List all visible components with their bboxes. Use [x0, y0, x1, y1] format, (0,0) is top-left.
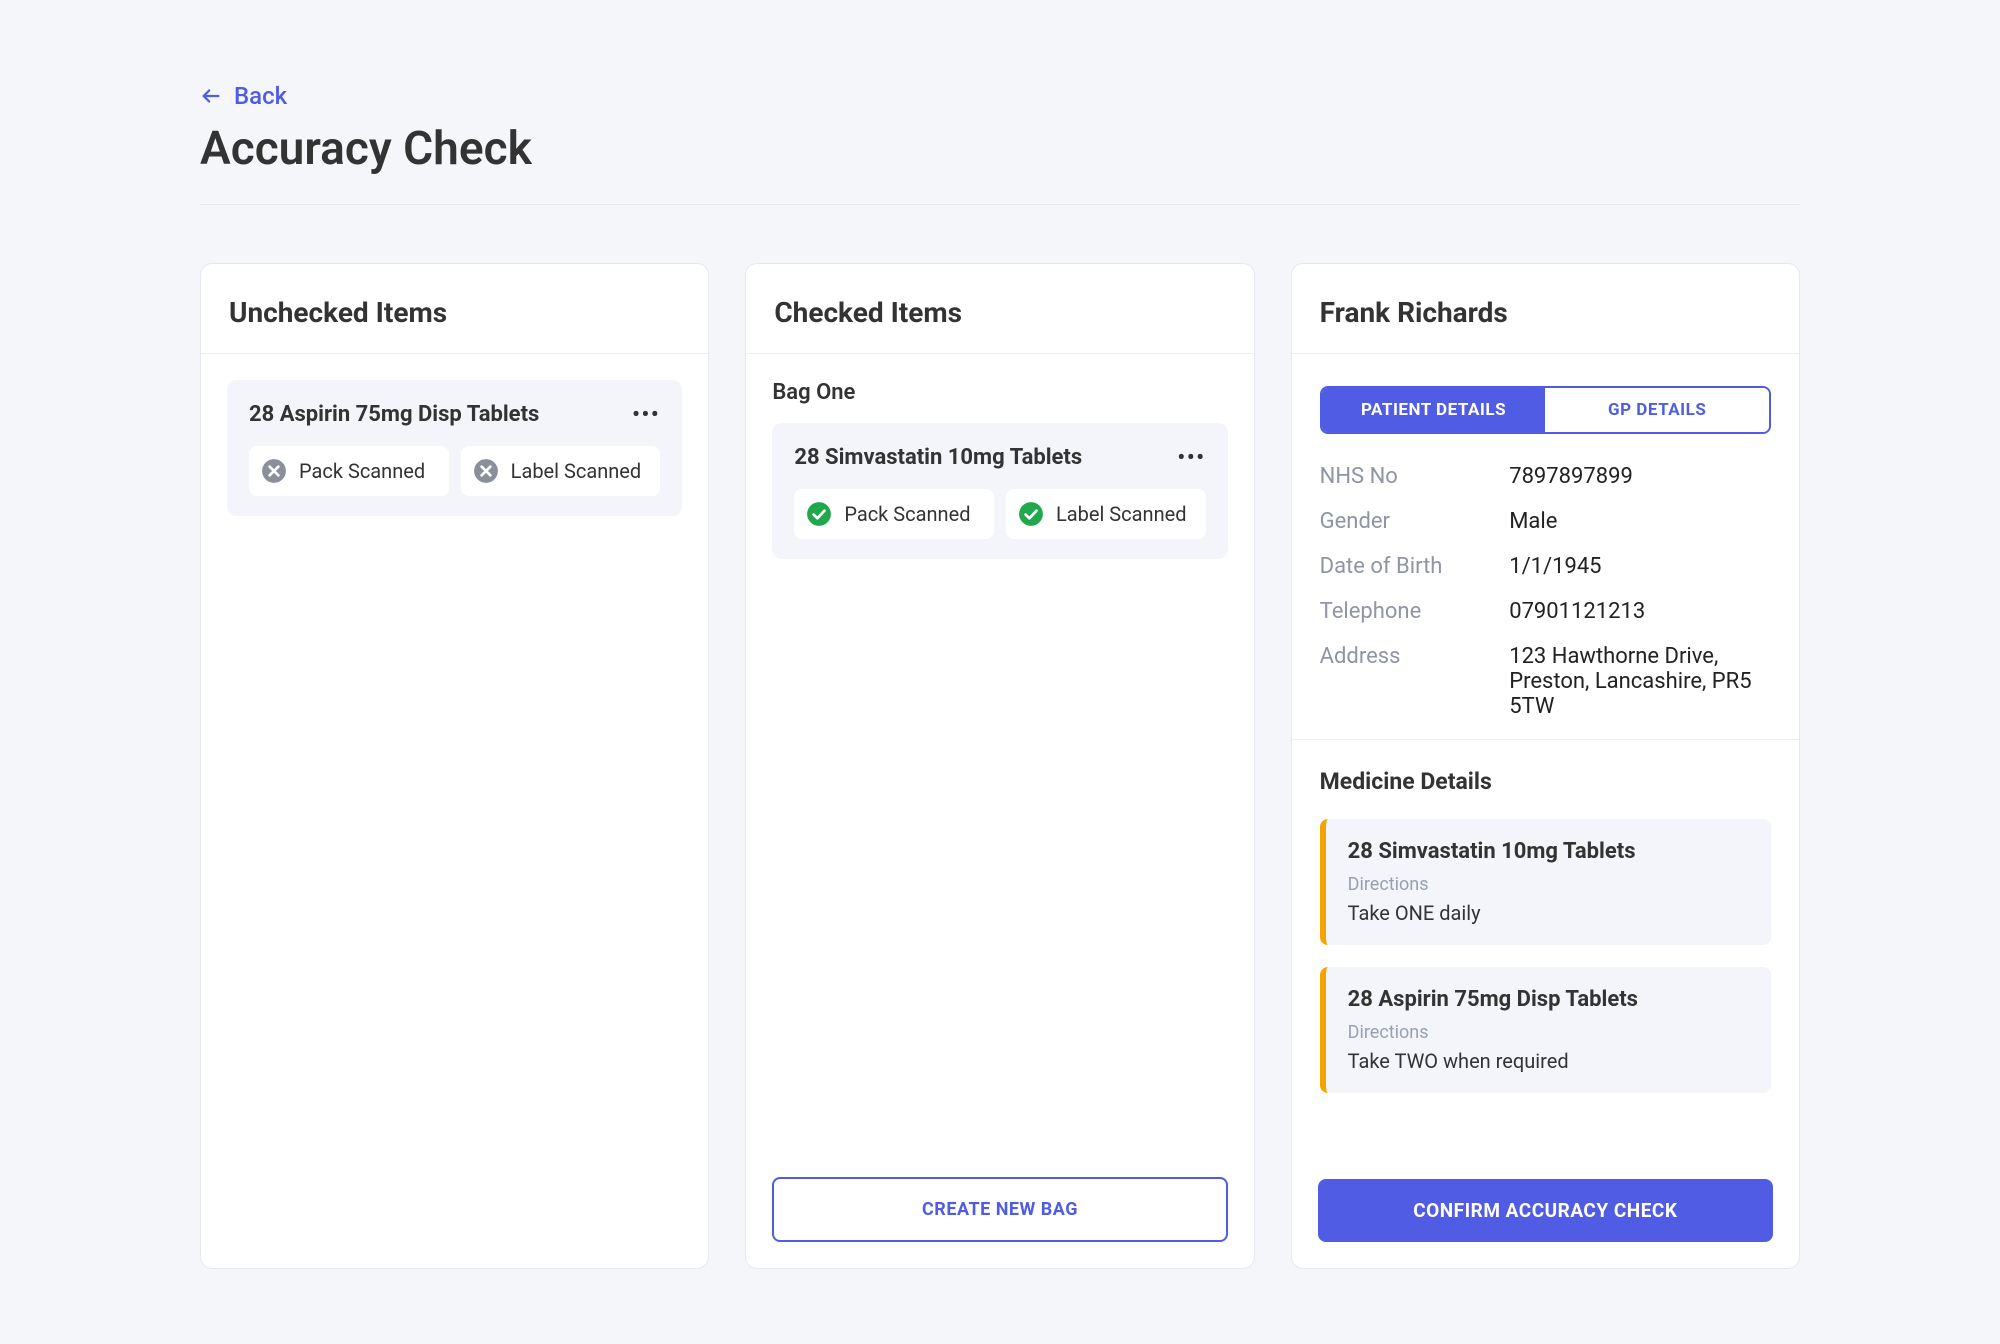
back-button[interactable]: Back [200, 82, 287, 110]
detail-tabs: PATIENT DETAILS GP DETAILS [1320, 386, 1771, 434]
detail-row-dob: Date of Birth 1/1/1945 [1320, 554, 1771, 579]
detail-row-nhs: NHS No 7897897899 [1320, 464, 1771, 489]
detail-label: NHS No [1320, 464, 1510, 489]
bag-label: Bag One [772, 380, 1227, 405]
medicine-name: 28 Aspirin 75mg Disp Tablets [1348, 987, 1749, 1012]
detail-label: Date of Birth [1320, 554, 1510, 579]
medicine-name: 28 Simvastatin 10mg Tablets [1348, 839, 1749, 864]
checked-footer: CREATE NEW BAG [746, 1177, 1253, 1268]
back-label: Back [234, 82, 287, 110]
detail-row-address: Address 123 Hawthorne Drive, Preston, La… [1320, 644, 1771, 719]
unchecked-title: Unchecked Items [229, 296, 680, 329]
checked-header: Checked Items [746, 264, 1253, 354]
confirm-accuracy-check-button[interactable]: CONFIRM ACCURACY CHECK [1318, 1179, 1773, 1242]
medicine-details-title: Medicine Details [1320, 768, 1771, 795]
detail-label: Telephone [1320, 599, 1510, 624]
check-circle-icon [1018, 501, 1044, 527]
patient-body: PATIENT DETAILS GP DETAILS NHS No 789789… [1292, 354, 1799, 1179]
detail-value: 1/1/1945 [1509, 554, 1771, 579]
detail-label: Address [1320, 644, 1510, 669]
medicine-card: 28 Simvastatin 10mg Tablets Directions T… [1320, 819, 1771, 945]
detail-value: 07901121213 [1509, 599, 1771, 624]
checked-body: Bag One 28 Simvastatin 10mg Tablets ••• [746, 354, 1253, 1177]
label-scanned-badge-unchecked: Label Scanned [461, 446, 661, 496]
medicine-card: 28 Aspirin 75mg Disp Tablets Directions … [1320, 967, 1771, 1093]
item-more-button[interactable]: ••• [632, 400, 660, 428]
unchecked-item-name: 28 Aspirin 75mg Disp Tablets [249, 402, 539, 427]
dots-horizontal-icon: ••• [1178, 445, 1206, 469]
detail-value: Male [1509, 509, 1771, 534]
pack-scanned-label: Pack Scanned [844, 502, 970, 526]
x-circle-icon [261, 458, 287, 484]
label-scanned-label: Label Scanned [1056, 502, 1187, 526]
arrow-left-icon [200, 85, 222, 107]
directions-label: Directions [1348, 1022, 1749, 1043]
item-more-button[interactable]: ••• [1178, 443, 1206, 471]
unchecked-header: Unchecked Items [201, 264, 708, 354]
checked-item: 28 Simvastatin 10mg Tablets ••• Pack Sca… [772, 423, 1227, 559]
pack-scanned-badge-checked: Pack Scanned [794, 489, 994, 539]
detail-row-telephone: Telephone 07901121213 [1320, 599, 1771, 624]
create-new-bag-button[interactable]: CREATE NEW BAG [772, 1177, 1227, 1242]
divider [1292, 739, 1799, 740]
columns: Unchecked Items 28 Aspirin 75mg Disp Tab… [200, 263, 1800, 1269]
directions-label: Directions [1348, 874, 1749, 895]
label-scanned-label: Label Scanned [511, 459, 642, 483]
checked-item-name: 28 Simvastatin 10mg Tablets [794, 445, 1082, 470]
unchecked-item: 28 Aspirin 75mg Disp Tablets ••• Pack Sc… [227, 380, 682, 516]
patient-card: Frank Richards PATIENT DETAILS GP DETAIL… [1291, 263, 1800, 1269]
patient-header: Frank Richards [1292, 264, 1799, 354]
unchecked-body: 28 Aspirin 75mg Disp Tablets ••• Pack Sc… [201, 354, 708, 1268]
check-circle-icon [806, 501, 832, 527]
unchecked-card: Unchecked Items 28 Aspirin 75mg Disp Tab… [200, 263, 709, 1269]
x-circle-icon [473, 458, 499, 484]
app-frame: Back Accuracy Check Unchecked Items 28 A… [10, 10, 1990, 1334]
patient-footer: CONFIRM ACCURACY CHECK [1292, 1179, 1799, 1268]
pack-scanned-badge-unchecked: Pack Scanned [249, 446, 449, 496]
label-scanned-badge-checked: Label Scanned [1006, 489, 1206, 539]
detail-value: 123 Hawthorne Drive, Preston, Lancashire… [1509, 644, 1771, 719]
page-title: Accuracy Check [200, 122, 1800, 205]
detail-row-gender: Gender Male [1320, 509, 1771, 534]
tab-gp-details[interactable]: GP DETAILS [1545, 388, 1769, 432]
checked-title: Checked Items [774, 296, 1225, 329]
pack-scanned-label: Pack Scanned [299, 459, 425, 483]
detail-label: Gender [1320, 509, 1510, 534]
patient-name: Frank Richards [1320, 296, 1771, 329]
detail-value: 7897897899 [1509, 464, 1771, 489]
medicine-directions: Take ONE daily [1348, 901, 1749, 925]
medicine-directions: Take TWO when required [1348, 1049, 1749, 1073]
checked-card: Checked Items Bag One 28 Simvastatin 10m… [745, 263, 1254, 1269]
dots-horizontal-icon: ••• [632, 402, 660, 426]
tab-patient-details[interactable]: PATIENT DETAILS [1322, 388, 1546, 432]
